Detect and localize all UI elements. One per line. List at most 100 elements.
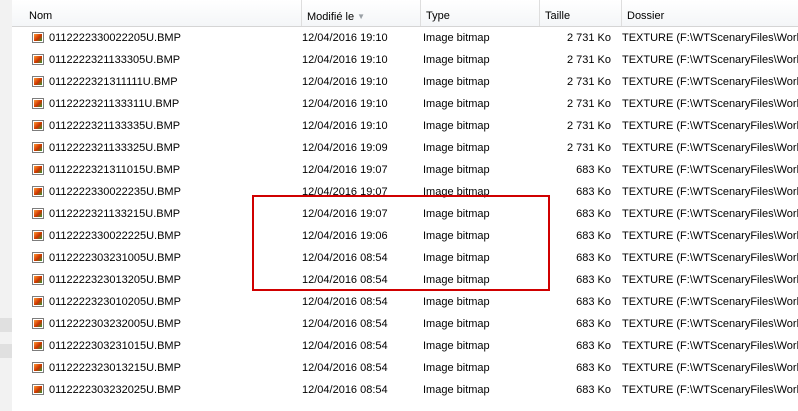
bitmap-file-icon [32,230,44,241]
file-type: Image bitmap [423,98,490,110]
file-name: 0112222321133335U.BMP [49,120,181,132]
file-type: Image bitmap [423,384,490,396]
file-folder: TEXTURE (F:\WTScenaryFiles\World [622,76,798,88]
highlight-annotation [252,195,550,291]
file-size: 2 731 Ko [566,54,611,66]
file-size: 683 Ko [576,384,611,396]
file-size: 683 Ko [576,208,611,220]
file-type: Image bitmap [423,54,490,66]
bitmap-file-icon [32,340,44,351]
file-size: 2 731 Ko [566,142,611,154]
bitmap-file-icon [32,252,44,263]
bitmap-file-icon [32,54,44,65]
column-header-type[interactable]: Type [421,0,540,26]
file-type: Image bitmap [423,120,490,132]
file-folder: TEXTURE (F:\WTScenaryFiles\World [622,186,798,198]
file-size: 683 Ko [576,164,611,176]
file-name-cell[interactable]: 0112222330022205U.BMP [32,27,310,49]
file-name: 0112222321133215U.BMP [49,208,181,220]
file-name-cell[interactable]: 0112222303231015U.BMP [32,335,310,357]
file-modified-date: 12/04/2016 19:07 [302,164,388,176]
file-folder: TEXTURE (F:\WTScenaryFiles\World [622,32,798,44]
file-name-cell[interactable]: 0112222321133335U.BMP [32,115,310,137]
file-folder: TEXTURE (F:\WTScenaryFiles\World [622,98,798,110]
left-pane-edge [0,0,12,411]
file-name-cell[interactable]: 0112222321311111U.BMP [32,71,310,93]
file-folder: TEXTURE (F:\WTScenaryFiles\World [622,340,798,352]
column-header-name[interactable]: Nom [24,0,302,26]
file-type: Image bitmap [423,362,490,374]
bitmap-file-icon [32,32,44,43]
file-name-cell[interactable]: 0112222321133305U.BMP [32,49,310,71]
bitmap-file-icon [32,76,44,87]
file-type: Image bitmap [423,164,490,176]
file-folder: TEXTURE (F:\WTScenaryFiles\World [622,296,798,308]
file-type: Image bitmap [423,340,490,352]
file-name-cell[interactable]: 0112222323013215U.BMP [32,357,310,379]
file-row[interactable]: 0112222323010205U.BMP 12/04/2016 08:54 Ima… [12,291,798,313]
file-size: 683 Ko [576,252,611,264]
file-folder: TEXTURE (F:\WTScenaryFiles\World [622,252,798,264]
file-row[interactable]: 0112222321133335U.BMP 12/04/2016 19:10 Ima… [12,115,798,137]
file-folder: TEXTURE (F:\WTScenaryFiles\World [622,274,798,286]
file-row[interactable]: 0112222321311015U.BMP 12/04/2016 19:07 Ima… [12,159,798,181]
pane-marker [0,318,12,332]
column-header-size[interactable]: Taille [540,0,622,26]
bitmap-file-icon [32,362,44,373]
file-row[interactable]: 0112222321133305U.BMP 12/04/2016 19:10 Ima… [12,49,798,71]
column-header-bar: Nom Modifié le ▼ Type Taille Dossier [12,0,798,27]
bitmap-file-icon [32,296,44,307]
file-folder: TEXTURE (F:\WTScenaryFiles\World [622,142,798,154]
file-type: Image bitmap [423,142,490,154]
bitmap-file-icon [32,164,44,175]
file-modified-date: 12/04/2016 19:10 [302,98,388,110]
file-modified-date: 12/04/2016 19:10 [302,120,388,132]
column-header-modified[interactable]: Modifié le ▼ [302,0,421,26]
file-row[interactable]: 0112222321133325U.BMP 12/04/2016 19:09 Ima… [12,137,798,159]
file-row[interactable]: 0112222321133311U.BMP 12/04/2016 19:10 Ima… [12,93,798,115]
file-row[interactable]: 0112222323013215U.BMP 12/04/2016 08:54 Ima… [12,357,798,379]
file-size: 683 Ko [576,318,611,330]
file-name: 0112222321311111U.BMP [49,76,178,88]
file-name: 0112222330022235U.BMP [49,186,181,198]
column-header-folder-label: Dossier [627,10,665,22]
file-folder: TEXTURE (F:\WTScenaryFiles\World [622,120,798,132]
file-name: 0112222321133311U.BMP [49,98,180,110]
bitmap-file-icon [32,318,44,329]
file-modified-date: 12/04/2016 08:54 [302,318,388,330]
file-row[interactable]: 0112222303232025U.BMP 12/04/2016 08:54 Ima… [12,379,798,401]
column-header-type-label: Type [426,10,450,22]
bitmap-file-icon [32,384,44,395]
file-modified-date: 12/04/2016 19:10 [302,76,388,88]
file-folder: TEXTURE (F:\WTScenaryFiles\World [622,208,798,220]
file-modified-date: 12/04/2016 19:09 [302,142,388,154]
column-header-folder[interactable]: Dossier [622,0,798,26]
file-row[interactable]: 0112222321311111U.BMP 12/04/2016 19:10 Ima… [12,71,798,93]
file-modified-date: 12/04/2016 08:54 [302,296,388,308]
file-name-cell[interactable]: 0112222303232025U.BMP [32,379,310,401]
file-modified-date: 12/04/2016 19:10 [302,32,388,44]
file-name-cell[interactable]: 0112222321311015U.BMP [32,159,310,181]
file-row[interactable]: 0112222303232005U.BMP 12/04/2016 08:54 Ima… [12,313,798,335]
file-folder: TEXTURE (F:\WTScenaryFiles\World [622,318,798,330]
file-size: 2 731 Ko [566,76,611,88]
file-name: 0112222321133305U.BMP [49,54,181,66]
file-name-cell[interactable]: 0112222321133325U.BMP [32,137,310,159]
file-modified-date: 12/04/2016 19:10 [302,54,388,66]
file-type: Image bitmap [423,32,490,44]
file-size: 683 Ko [576,340,611,352]
file-type: Image bitmap [423,76,490,88]
file-name-cell[interactable]: 0112222321133311U.BMP [32,93,310,115]
file-name-cell[interactable]: 0112222323010205U.BMP [32,291,310,313]
file-size: 683 Ko [576,274,611,286]
file-row[interactable]: 0112222303231015U.BMP 12/04/2016 08:54 Ima… [12,335,798,357]
file-name: 0112222303231015U.BMP [49,340,181,352]
file-name: 0112222321133325U.BMP [49,142,181,154]
file-size: 2 731 Ko [566,32,611,44]
file-type: Image bitmap [423,296,490,308]
file-name: 0112222323013205U.BMP [49,274,181,286]
file-name: 0112222323013215U.BMP [49,362,181,374]
file-name-cell[interactable]: 0112222303232005U.BMP [32,313,310,335]
file-row[interactable]: 0112222330022205U.BMP 12/04/2016 19:10 Ima… [12,27,798,49]
bitmap-file-icon [32,274,44,285]
